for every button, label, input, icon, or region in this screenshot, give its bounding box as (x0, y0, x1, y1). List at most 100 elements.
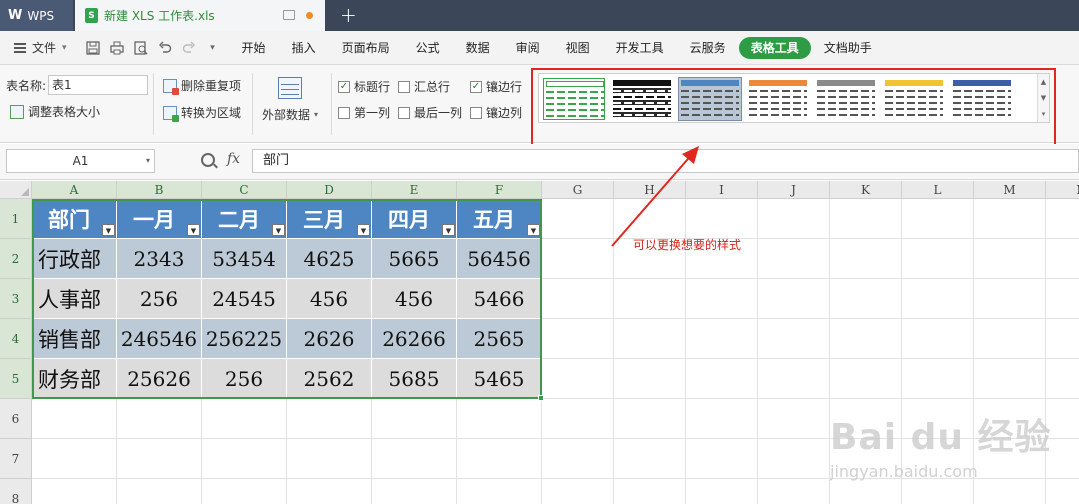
external-data-icon[interactable] (278, 77, 302, 99)
table-name-input[interactable]: 表1 (48, 75, 148, 95)
row-header[interactable]: 8 (0, 479, 32, 504)
print-preview-icon[interactable] (133, 40, 149, 56)
value-cell[interactable]: 25626 (117, 359, 202, 399)
banded-rows-checkbox[interactable]: ✓ 镶边行 (470, 78, 522, 95)
value-cell[interactable]: 5465 (457, 359, 542, 399)
table-header-cell[interactable]: 二月 ▼ (202, 199, 287, 239)
column-header[interactable]: J (758, 181, 830, 199)
column-header[interactable]: N (1046, 181, 1079, 199)
menu-tab[interactable]: 云服务 (677, 37, 739, 59)
fx-icon[interactable]: fx (227, 151, 240, 167)
table-resize-handle[interactable] (538, 395, 544, 401)
column-header[interactable]: K (830, 181, 902, 199)
value-cell[interactable]: 5685 (372, 359, 457, 399)
row-header[interactable]: 4 (0, 319, 32, 359)
value-cell[interactable]: 53454 (202, 239, 287, 279)
department-cell[interactable]: 财务部 (32, 359, 117, 399)
value-cell[interactable]: 2565 (457, 319, 542, 359)
menu-tab[interactable]: 审阅 (503, 37, 553, 59)
redo-icon[interactable] (181, 40, 197, 56)
zoom-formula-icon[interactable] (201, 153, 215, 167)
value-cell[interactable]: 256 (202, 359, 287, 399)
resize-table-button[interactable]: 调整表格大小 (10, 103, 100, 120)
column-header[interactable]: G (542, 181, 614, 199)
menu-tab[interactable]: 页面布局 (329, 37, 403, 59)
menu-tab[interactable]: 公式 (403, 37, 453, 59)
value-cell[interactable]: 246546 (117, 319, 202, 359)
select-all-corner[interactable] (0, 181, 32, 199)
row-header[interactable]: 6 (0, 399, 32, 439)
column-header[interactable]: M (974, 181, 1046, 199)
department-cell[interactable]: 销售部 (32, 319, 117, 359)
value-cell[interactable]: 5665 (372, 239, 457, 279)
last-column-checkbox[interactable]: 最后一列 (398, 104, 462, 121)
filter-dropdown-icon[interactable]: ▼ (102, 224, 115, 236)
row-header[interactable]: 2 (0, 239, 32, 279)
menu-tab[interactable]: 插入 (279, 37, 329, 59)
column-header[interactable]: A (32, 181, 117, 199)
menu-tab[interactable]: 视图 (553, 37, 603, 59)
column-header[interactable]: F (457, 181, 542, 199)
filter-dropdown-icon[interactable]: ▼ (187, 224, 200, 236)
value-cell[interactable]: 26266 (372, 319, 457, 359)
column-header[interactable]: B (117, 181, 202, 199)
value-cell[interactable]: 56456 (457, 239, 542, 279)
table-header-cell[interactable]: 一月 ▼ (117, 199, 202, 239)
undo-icon[interactable] (157, 40, 173, 56)
row-header[interactable]: 1 (0, 199, 32, 239)
menu-tab[interactable]: 文档助手 (811, 37, 885, 59)
column-header[interactable]: C (202, 181, 287, 199)
document-tab[interactable]: S 新建 XLS 工作表.xls (75, 0, 325, 31)
value-cell[interactable]: 456 (372, 279, 457, 319)
menu-tab[interactable]: 表格工具 (738, 36, 811, 59)
department-cell[interactable]: 人事部 (32, 279, 117, 319)
name-box[interactable]: A1 ▾ (6, 149, 155, 173)
value-cell[interactable]: 24545 (202, 279, 287, 319)
department-cell[interactable]: 行政部 (32, 239, 117, 279)
first-column-checkbox[interactable]: 第一列 (338, 104, 390, 121)
menu-tab[interactable]: 开发工具 (603, 37, 677, 59)
value-cell[interactable]: 4625 (287, 239, 372, 279)
formula-input[interactable]: 部门 (252, 149, 1079, 173)
value-cell[interactable]: 5466 (457, 279, 542, 319)
row-header[interactable]: 5 (0, 359, 32, 399)
total-row-checkbox[interactable]: 汇总行 (398, 78, 450, 95)
menu-tab[interactable]: 开始 (229, 37, 279, 59)
value-cell[interactable]: 2562 (287, 359, 372, 399)
customize-toolbar-icon[interactable]: ▾ (205, 40, 221, 56)
filter-dropdown-icon[interactable]: ▼ (272, 224, 285, 236)
remove-duplicates-button[interactable]: 删除重复项 (163, 77, 241, 95)
row-header[interactable]: 7 (0, 439, 32, 479)
file-menu[interactable]: 文件 ▾ (0, 31, 77, 64)
filter-dropdown-icon[interactable]: ▼ (442, 224, 455, 236)
header-row-checkbox[interactable]: ✓ 标题行 (338, 78, 390, 95)
value-cell[interactable]: 256 (117, 279, 202, 319)
table-header-cell[interactable]: 三月 ▼ (287, 199, 372, 239)
value-cell[interactable]: 2343 (117, 239, 202, 279)
external-data-button[interactable]: 外部数据 ▾ (262, 106, 318, 123)
column-header[interactable]: L (902, 181, 974, 199)
value-cell[interactable]: 456 (287, 279, 372, 319)
wps-home-tab[interactable]: W WPS (0, 0, 73, 31)
menu-tab[interactable]: 数据 (453, 37, 503, 59)
filter-dropdown-icon[interactable]: ▼ (357, 224, 370, 236)
convert-to-range-button[interactable]: 转换为区域 (163, 104, 241, 122)
window-mode-icon[interactable] (283, 10, 295, 20)
table-header-cell[interactable]: 部门 ▼ (32, 199, 117, 239)
column-header[interactable]: H (614, 181, 686, 199)
table-header-cell[interactable]: 四月 ▼ (372, 199, 457, 239)
column-header[interactable]: I (686, 181, 758, 199)
chevron-down-icon[interactable]: ▾ (146, 150, 150, 172)
value-cell[interactable]: 256225 (202, 319, 287, 359)
banded-columns-checkbox[interactable]: 镶边列 (470, 104, 522, 121)
table-header-cell[interactable]: 五月 ▼ (457, 199, 542, 239)
print-icon[interactable] (109, 40, 125, 56)
unsaved-dot-icon[interactable] (306, 12, 313, 19)
row-header[interactable]: 3 (0, 279, 32, 319)
column-header[interactable]: E (372, 181, 457, 199)
filter-dropdown-icon[interactable]: ▼ (527, 224, 540, 236)
column-header[interactable]: D (287, 181, 372, 199)
value-cell[interactable]: 2626 (287, 319, 372, 359)
new-tab-button[interactable]: + (340, 3, 357, 27)
save-icon[interactable] (85, 40, 101, 56)
